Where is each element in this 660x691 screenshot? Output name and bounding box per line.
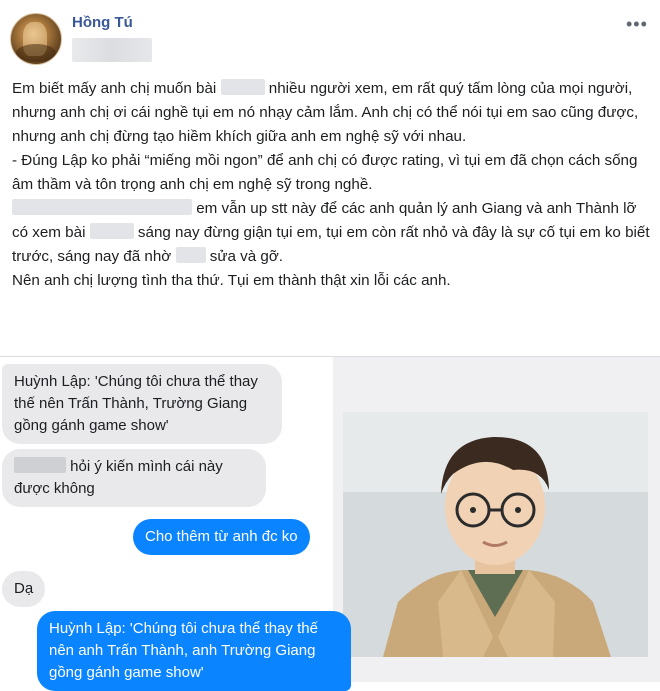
redacted-timestamp bbox=[72, 38, 152, 62]
avatar[interactable] bbox=[10, 13, 62, 65]
redacted-phrase bbox=[12, 199, 192, 215]
portrait-photo[interactable] bbox=[343, 412, 648, 657]
chat-message: hỏi ý kiến mình cái này được không bbox=[2, 449, 266, 507]
chat-message-outgoing: Cho thêm từ anh đc ko bbox=[133, 519, 310, 555]
avatar-shade bbox=[16, 44, 56, 62]
more-options-icon[interactable]: ••• bbox=[626, 14, 648, 35]
author-name[interactable]: Hồng Tú bbox=[72, 14, 133, 31]
post-text-3c: sửa và gỡ. bbox=[205, 248, 284, 265]
portrait-illustration bbox=[343, 412, 648, 657]
chat-message: Dạ bbox=[2, 571, 46, 607]
post-text-1a: Em biết mấy anh chị muốn bài bbox=[12, 80, 217, 97]
redacted-word bbox=[89, 223, 134, 239]
chat-message-outgoing: Huỳnh Lập: 'Chúng tôi chưa thể thay thế … bbox=[37, 611, 351, 691]
chat-message: Huỳnh Lập: 'Chúng tôi chưa thể thay thế … bbox=[2, 364, 282, 444]
redacted-name bbox=[14, 457, 66, 473]
facebook-post: Hồng Tú ••• Em biết mấy anh chị muốn bài… bbox=[0, 0, 660, 691]
post-body: Em biết mấy anh chị muốn bài nhiều người… bbox=[12, 77, 652, 293]
post-text-4: Nên anh chị lượng tình tha thứ. Tụi em t… bbox=[12, 272, 451, 289]
redacted-word bbox=[220, 79, 265, 95]
post-text-2: - Đúng Lập ko phải “miếng mồi ngon” để a… bbox=[12, 152, 642, 193]
redacted-word bbox=[175, 247, 206, 263]
